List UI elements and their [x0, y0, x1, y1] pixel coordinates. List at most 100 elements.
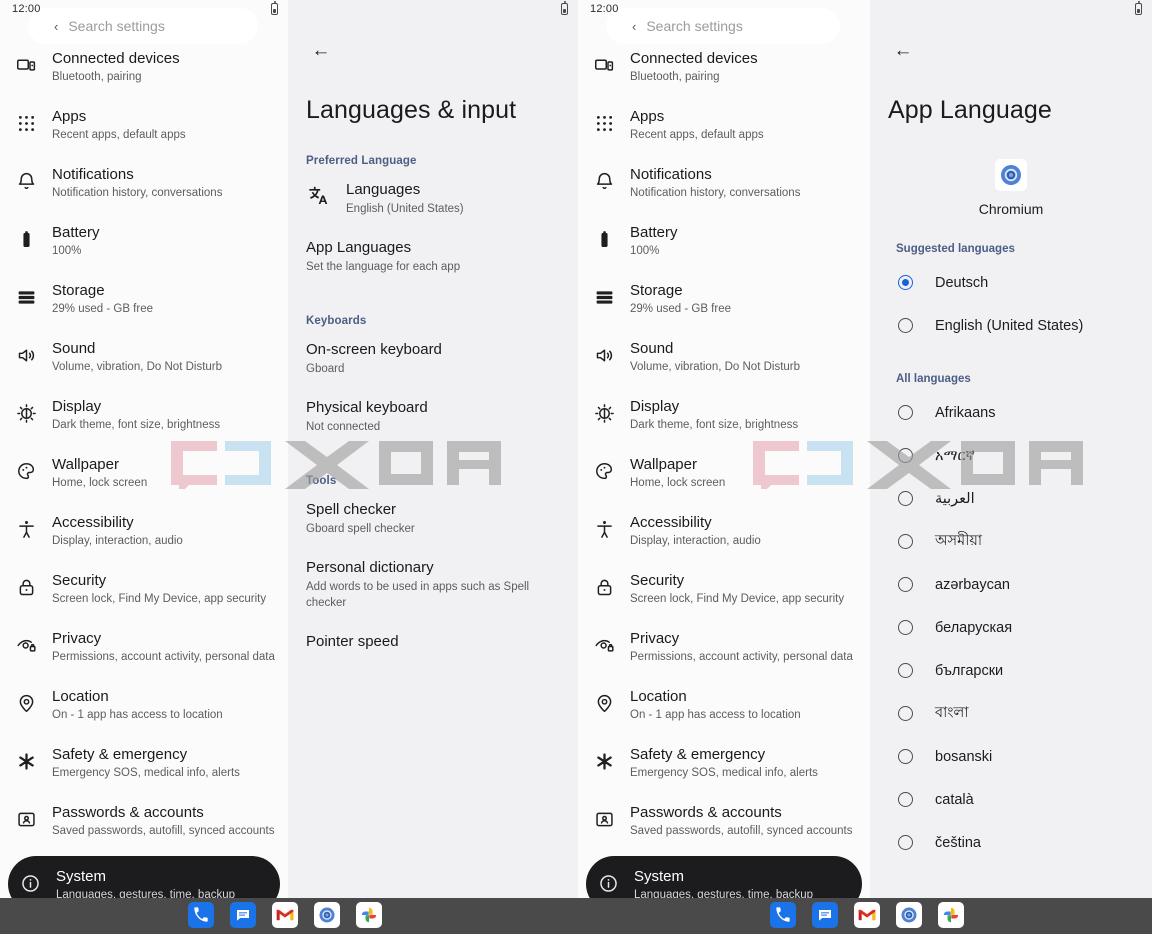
settings-item-title: Connected devices: [52, 50, 180, 67]
settings-item-title: Location: [630, 688, 687, 705]
settings-item-system[interactable]: System Languages, gestures, time, backup: [8, 856, 280, 898]
settings-item-sound[interactable]: Sound Volume, vibration, Do Not Disturb: [0, 328, 288, 386]
radio-button-icon[interactable]: [898, 577, 913, 592]
language-option[interactable]: العربية: [888, 477, 1134, 520]
language-label: Afrikaans: [935, 404, 996, 421]
palette-icon: [592, 453, 616, 482]
messages-app-icon[interactable]: [812, 902, 838, 928]
row-languages[interactable]: Languages English (United States): [306, 169, 560, 227]
back-arrow-icon[interactable]: ←: [888, 36, 918, 66]
settings-item-subtitle: 29% used - GB free: [52, 303, 153, 315]
row-app-languages[interactable]: App Languages Set the language for each a…: [306, 227, 560, 285]
messages-app-icon[interactable]: [230, 902, 256, 928]
gmail-app-icon[interactable]: [854, 902, 880, 928]
settings-item-subtitle: Permissions, account activity, personal …: [52, 651, 275, 663]
gmail-app-icon[interactable]: [272, 902, 298, 928]
settings-item-privacy[interactable]: Privacy Permissions, account activity, pe…: [0, 618, 288, 676]
language-option[interactable]: Deutsch: [888, 261, 1134, 304]
language-option[interactable]: čeština: [888, 821, 1134, 864]
row-pointer-speed[interactable]: Pointer speed: [306, 621, 560, 662]
radio-button-icon[interactable]: [898, 448, 913, 463]
settings-item-privacy[interactable]: Privacy Permissions, account activity, pe…: [578, 618, 870, 676]
settings-item-display[interactable]: Display Dark theme, font size, brightness: [0, 386, 288, 444]
language-option[interactable]: Afrikaans: [888, 391, 1134, 434]
storage-icon: [592, 279, 616, 308]
settings-item-storage[interactable]: Storage 29% used - GB free: [0, 270, 288, 328]
settings-item-wallpaper[interactable]: Wallpaper Home, lock screen: [578, 444, 870, 502]
settings-item-wallpaper[interactable]: Wallpaper Home, lock screen: [0, 444, 288, 502]
settings-item-sound[interactable]: Sound Volume, vibration, Do Not Disturb: [578, 328, 870, 386]
settings-item-battery[interactable]: Battery 100%: [0, 212, 288, 270]
radio-button-icon[interactable]: [898, 835, 913, 850]
language-option[interactable]: беларуская: [888, 606, 1134, 649]
settings-item-passwords-accounts[interactable]: Passwords & accounts Saved passwords, aut…: [578, 792, 870, 850]
radio-button-icon[interactable]: [898, 706, 913, 721]
language-option[interactable]: azərbaycan: [888, 563, 1134, 606]
settings-item-subtitle: Languages, gestures, time, backup: [634, 889, 814, 898]
row-personal-dictionary[interactable]: Personal dictionary Add words to be used …: [306, 547, 560, 621]
radio-button-icon[interactable]: [898, 405, 913, 420]
settings-item-storage[interactable]: Storage 29% used - GB free: [578, 270, 870, 328]
page-title: Languages & input: [306, 96, 517, 124]
settings-item-apps[interactable]: Apps Recent apps, default apps: [0, 96, 288, 154]
radio-button-icon[interactable]: [898, 491, 913, 506]
language-option[interactable]: አማርኛ: [888, 434, 1134, 477]
settings-item-subtitle: Display, interaction, audio: [630, 535, 761, 547]
language-option[interactable]: bosanski: [888, 735, 1134, 778]
settings-item-apps[interactable]: Apps Recent apps, default apps: [578, 96, 870, 154]
radio-button-icon[interactable]: [898, 620, 913, 635]
language-option[interactable]: català: [888, 778, 1134, 821]
row-subtitle: Add words to be used in apps such as Spe…: [306, 581, 530, 609]
settings-item-connected-devices[interactable]: Connected devices Bluetooth, pairing: [578, 38, 870, 96]
settings-item-system[interactable]: System Languages, gestures, time, backup: [586, 856, 862, 898]
photos-app-icon[interactable]: [938, 902, 964, 928]
translate-icon: [306, 180, 330, 206]
settings-item-security[interactable]: Security Screen lock, Find My Device, app…: [0, 560, 288, 618]
language-option[interactable]: български: [888, 649, 1134, 692]
back-arrow-icon[interactable]: ←: [306, 36, 336, 66]
phone-app-icon[interactable]: [770, 902, 796, 928]
language-label: azərbaycan: [935, 576, 1010, 593]
chromium-app-icon[interactable]: [314, 902, 340, 928]
row-physical-keyboard[interactable]: Physical keyboard Not connected: [306, 387, 560, 445]
settings-item-location[interactable]: Location On - 1 app has access to locatio…: [0, 676, 288, 734]
phone-app-icon[interactable]: [188, 902, 214, 928]
photos-app-icon[interactable]: [356, 902, 382, 928]
radio-button-icon[interactable]: [898, 663, 913, 678]
settings-item-title: Location: [52, 688, 109, 705]
settings-item-safety-emergency[interactable]: Safety & emergency Emergency SOS, medical…: [578, 734, 870, 792]
radio-button-icon[interactable]: [898, 275, 913, 290]
section-header-keyboards: Keyboards: [306, 315, 367, 327]
settings-item-connected-devices[interactable]: Connected devices Bluetooth, pairing: [0, 38, 288, 96]
language-label: বাংলা: [935, 704, 969, 721]
language-option[interactable]: অসমীয়া: [888, 520, 1134, 563]
settings-scroll-area[interactable]: ‹ Search settings Connected devices Bluet…: [0, 8, 288, 898]
settings-item-location[interactable]: Location On - 1 app has access to locatio…: [578, 676, 870, 734]
radio-button-icon[interactable]: [898, 792, 913, 807]
settings-scroll-area-2[interactable]: ‹ Search settings Connected devices Bluet…: [578, 8, 870, 898]
row-on-screen-keyboard[interactable]: On-screen keyboard Gboard: [306, 329, 560, 387]
app-language-content: ← App Language Chromium Suggested langua…: [870, 36, 1152, 898]
language-option[interactable]: English (United States): [888, 304, 1134, 347]
settings-items-list: Connected devices Bluetooth, pairing Apps R…: [0, 22, 288, 898]
radio-button-icon[interactable]: [898, 534, 913, 549]
row-spell-checker[interactable]: Spell checker Gboard spell checker: [306, 489, 560, 547]
row-title: On-screen keyboard: [306, 341, 442, 358]
settings-item-title: Wallpaper: [630, 456, 697, 473]
screenshot-root: 12:00 ‹ Search settings Connected device…: [0, 0, 1152, 934]
settings-item-notifications[interactable]: Notifications Notification history, conve…: [0, 154, 288, 212]
settings-item-battery[interactable]: Battery 100%: [578, 212, 870, 270]
radio-button-icon[interactable]: [898, 318, 913, 333]
settings-item-title: Accessibility: [630, 514, 712, 531]
settings-item-title: Apps: [630, 108, 665, 125]
settings-item-notifications[interactable]: Notifications Notification history, conve…: [578, 154, 870, 212]
settings-item-accessibility[interactable]: Accessibility Display, interaction, audio: [0, 502, 288, 560]
language-option[interactable]: বাংলা: [888, 692, 1134, 735]
radio-button-icon[interactable]: [898, 749, 913, 764]
settings-item-accessibility[interactable]: Accessibility Display, interaction, audio: [578, 502, 870, 560]
settings-item-safety-emergency[interactable]: Safety & emergency Emergency SOS, medical…: [0, 734, 288, 792]
settings-item-passwords-accounts[interactable]: Passwords & accounts Saved passwords, aut…: [0, 792, 288, 850]
chromium-app-icon[interactable]: [896, 902, 922, 928]
settings-item-security[interactable]: Security Screen lock, Find My Device, app…: [578, 560, 870, 618]
settings-item-display[interactable]: Display Dark theme, font size, brightness: [578, 386, 870, 444]
